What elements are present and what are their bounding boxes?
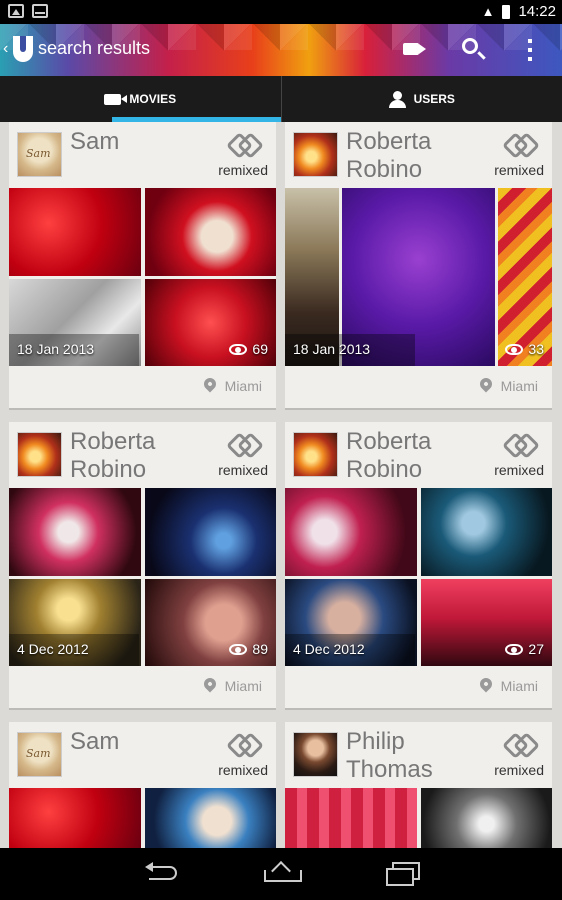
location-pin-icon — [477, 675, 495, 693]
remix-icon — [506, 436, 532, 452]
movie-card[interactable]: Sam remixed — [9, 722, 276, 848]
video-thumbnail-mosaic[interactable]: 18 Jan 2013 69 — [9, 188, 276, 366]
battery-icon — [502, 4, 511, 19]
remix-icon — [230, 436, 256, 452]
video-thumbnail-mosaic[interactable] — [285, 788, 552, 848]
search-icon[interactable] — [462, 38, 478, 54]
upload-date: 18 Jan 2013 — [17, 341, 95, 357]
view-count: 69 — [229, 341, 268, 357]
movie-card[interactable]: Roberta Robino remixed 18 Jan 2013 33 Mi… — [285, 122, 552, 408]
remixed-badge: remixed — [218, 162, 268, 178]
movie-card[interactable]: Roberta Robino remixed 4 Dec 2012 27 Mia… — [285, 422, 552, 708]
location-label: Miami — [224, 678, 262, 694]
remix-icon — [230, 736, 256, 752]
remix-icon — [506, 736, 532, 752]
user-name[interactable]: Roberta Robino — [70, 428, 220, 484]
movie-card[interactable]: Roberta Robino remixed 4 Dec 2012 89 Mia… — [9, 422, 276, 708]
location-label: Miami — [500, 678, 538, 694]
user-name[interactable]: Philip Thomas — [346, 728, 496, 784]
eye-icon — [229, 643, 248, 655]
location-label: Miami — [500, 378, 538, 394]
video-thumbnail — [9, 788, 141, 848]
movie-card[interactable]: Sam remixed 18 Jan 2013 69 Miami — [9, 122, 276, 408]
video-thumbnail — [9, 188, 141, 276]
video-thumbnail-mosaic[interactable]: 18 Jan 2013 33 — [285, 188, 552, 366]
location-pin-icon — [201, 675, 219, 693]
system-navigation-bar — [0, 848, 562, 900]
user-name[interactable]: Sam — [70, 128, 220, 156]
tab-label: MOVIES — [129, 92, 177, 106]
view-count-value: 33 — [528, 341, 544, 357]
remixed-badge: remixed — [494, 462, 544, 478]
avatar[interactable] — [293, 132, 338, 177]
upload-date: 4 Dec 2012 — [17, 641, 89, 657]
avatar[interactable] — [293, 732, 338, 777]
up-caret-icon[interactable]: ‹ — [3, 40, 8, 58]
email-notification-icon — [32, 4, 48, 18]
view-count: 33 — [505, 341, 544, 357]
view-count-value: 27 — [528, 641, 544, 657]
video-thumbnail — [498, 188, 552, 366]
remix-icon — [230, 136, 256, 152]
video-thumbnail — [285, 488, 417, 576]
view-count: 89 — [229, 641, 268, 657]
avatar[interactable] — [17, 132, 62, 177]
clock: 14:22 — [518, 3, 556, 20]
movie-grid: Sam remixed 18 Jan 2013 69 Miami Roberta… — [0, 122, 562, 848]
eye-icon — [505, 343, 524, 355]
action-bar: ‹ search results — [0, 24, 562, 76]
tab-users[interactable]: USERS — [280, 76, 562, 122]
tab-label: USERS — [413, 92, 455, 106]
video-thumbnail — [421, 788, 552, 848]
user-icon — [388, 90, 406, 108]
location-pin-icon — [201, 375, 219, 393]
remix-icon — [506, 136, 532, 152]
video-thumbnail-mosaic[interactable]: 4 Dec 2012 89 — [9, 488, 276, 666]
overflow-menu-icon[interactable] — [528, 39, 532, 61]
avatar[interactable] — [17, 432, 62, 477]
app-logo-icon[interactable] — [13, 36, 33, 62]
tab-bar: MOVIES USERS — [0, 76, 562, 122]
view-count: 27 — [505, 641, 544, 657]
video-camera-icon — [104, 93, 128, 105]
upload-date: 18 Jan 2013 — [293, 341, 371, 357]
tab-movies[interactable]: MOVIES — [0, 76, 281, 122]
location-label: Miami — [224, 378, 262, 394]
upload-date: 4 Dec 2012 — [293, 641, 365, 657]
avatar[interactable] — [293, 432, 338, 477]
eye-icon — [505, 643, 524, 655]
video-thumbnail — [145, 488, 276, 576]
video-thumbnail-mosaic[interactable] — [9, 788, 276, 848]
avatar[interactable] — [17, 732, 62, 777]
video-thumbnail-mosaic[interactable]: 4 Dec 2012 27 — [285, 488, 552, 666]
video-thumbnail — [421, 488, 552, 576]
video-thumbnail — [285, 788, 417, 848]
video-camera-icon[interactable] — [403, 43, 419, 55]
wifi-icon: ▲ — [481, 4, 495, 19]
video-thumbnail — [145, 188, 276, 276]
remixed-badge: remixed — [494, 162, 544, 178]
remixed-badge: remixed — [218, 762, 268, 778]
view-count-value: 89 — [252, 641, 268, 657]
video-thumbnail — [145, 788, 276, 848]
remixed-badge: remixed — [218, 462, 268, 478]
home-icon[interactable] — [264, 862, 302, 882]
view-count-value: 69 — [252, 341, 268, 357]
user-name[interactable]: Sam — [70, 728, 220, 756]
eye-icon — [229, 343, 248, 355]
back-icon[interactable] — [145, 862, 179, 882]
remixed-badge: remixed — [494, 762, 544, 778]
page-title: search results — [38, 38, 151, 58]
movie-card[interactable]: Philip Thomas remixed — [285, 722, 552, 848]
video-thumbnail — [9, 488, 141, 576]
user-name[interactable]: Roberta Robino — [346, 428, 496, 484]
recent-apps-icon[interactable] — [386, 862, 420, 886]
gallery-notification-icon — [8, 4, 24, 18]
location-pin-icon — [477, 375, 495, 393]
status-bar: ▲ 14:22 — [0, 0, 562, 24]
user-name[interactable]: Roberta Robino — [346, 128, 496, 184]
